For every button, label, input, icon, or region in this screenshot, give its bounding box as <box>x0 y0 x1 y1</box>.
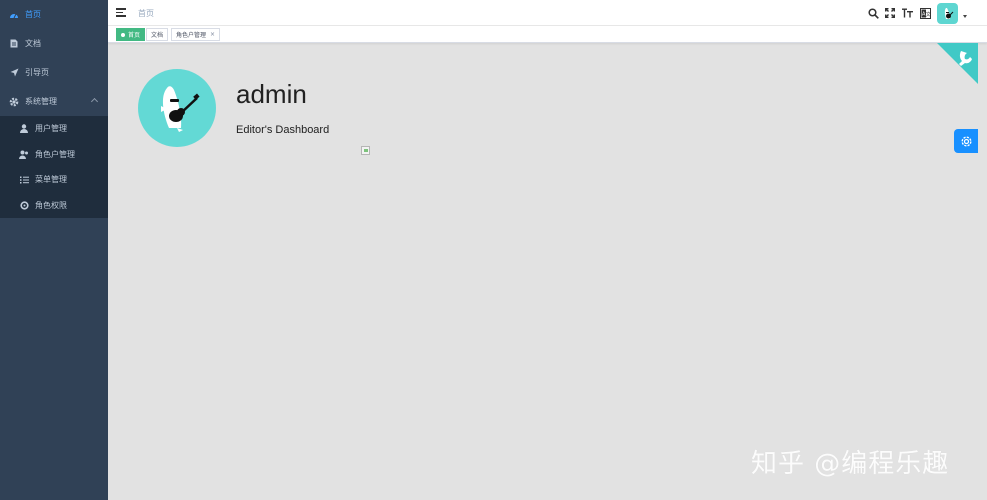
caret-down-icon[interactable] <box>963 15 967 18</box>
tag-home[interactable]: 首页 <box>116 28 146 41</box>
document-icon <box>9 39 19 49</box>
settings-button[interactable] <box>954 129 978 153</box>
chevron-up-icon <box>90 97 99 106</box>
sidebar-item-roles[interactable]: 角色户管理 <box>0 142 108 168</box>
tags-view: 首页 文档 角色户管理 × <box>108 26 987 43</box>
tag-label: 文档 <box>151 32 164 39</box>
guide-icon <box>9 68 19 78</box>
gear-icon <box>960 135 972 147</box>
guitar-character-icon <box>161 86 200 132</box>
translate-icon[interactable]: A文 <box>919 7 931 19</box>
sidebar-item-label: 菜单管理 <box>35 175 67 185</box>
dashboard-icon <box>9 10 19 20</box>
list-icon <box>19 175 29 185</box>
hamburger-icon[interactable] <box>116 8 126 17</box>
sub-menu: 用户管理 角色户管理 菜单管理 角色权限 <box>0 116 108 218</box>
tag-label: 角色户管理 <box>176 32 207 39</box>
close-icon[interactable]: × <box>210 31 215 38</box>
sidebar-item-system[interactable]: 系统管理 <box>0 87 108 116</box>
permission-icon <box>19 200 29 210</box>
gear-icon <box>9 97 19 107</box>
username: admin <box>236 79 307 109</box>
github-corner[interactable] <box>937 43 978 84</box>
navbar: 首页 A文 <box>108 0 987 26</box>
tag-docs[interactable]: 文档 <box>146 28 169 41</box>
role-text: Editor's Dashboard <box>236 124 330 136</box>
tag-roles[interactable]: 角色户管理 × <box>171 28 221 41</box>
svg-text:文: 文 <box>925 11 930 18</box>
font-size-icon[interactable] <box>901 7 913 19</box>
avatar[interactable] <box>937 3 958 24</box>
sidebar: 首页 文档 引导页 系统管理 用户管理 角色户管理 菜单管理 角色权限 <box>0 0 108 500</box>
sidebar-item-label: 角色户管理 <box>35 149 75 159</box>
sidebar-item-users[interactable]: 用户管理 <box>0 116 108 142</box>
users-icon <box>19 149 29 159</box>
sidebar-item-home[interactable]: 首页 <box>0 0 108 29</box>
active-dot-icon <box>121 32 125 37</box>
sidebar-item-label: 引导页 <box>25 68 49 77</box>
user-icon <box>19 124 29 134</box>
sidebar-item-label: 角色权限 <box>35 200 67 210</box>
sidebar-item-label: 系统管理 <box>25 97 57 106</box>
sidebar-item-docs[interactable]: 文档 <box>0 29 108 58</box>
broken-image-icon <box>361 146 370 155</box>
watermark: 知乎 @编程乐趣 <box>751 449 950 479</box>
sidebar-item-label: 用户管理 <box>35 124 67 134</box>
fullscreen-icon[interactable] <box>884 7 896 19</box>
sidebar-item-menus[interactable]: 菜单管理 <box>0 167 108 193</box>
search-icon[interactable] <box>867 7 879 19</box>
sidebar-item-label: 文档 <box>25 39 41 48</box>
sidebar-item-permissions[interactable]: 角色权限 <box>0 193 108 219</box>
user-avatar <box>138 69 216 147</box>
breadcrumb[interactable]: 首页 <box>138 8 154 19</box>
sidebar-item-guide[interactable]: 引导页 <box>0 58 108 87</box>
tag-label: 首页 <box>128 32 141 39</box>
sidebar-item-label: 首页 <box>25 10 41 19</box>
